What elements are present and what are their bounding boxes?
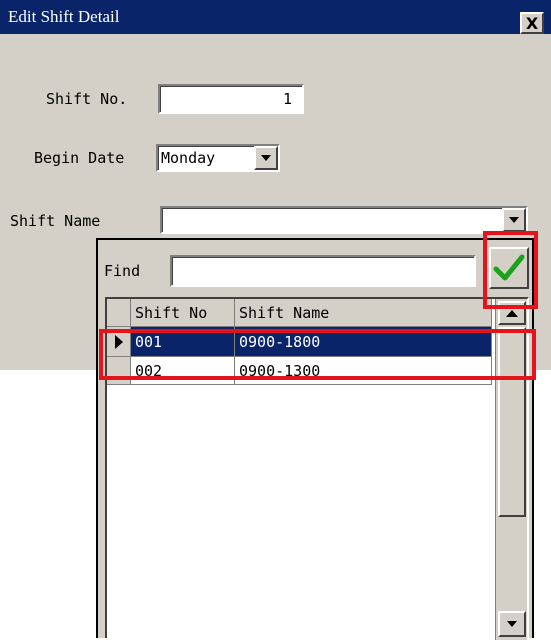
column-header-shift-name[interactable]: Shift Name: [235, 299, 492, 327]
scroll-up-icon: [506, 309, 518, 317]
dialog-title: Edit Shift Detail: [8, 7, 120, 26]
column-header-shift-no[interactable]: Shift No: [131, 299, 235, 327]
chevron-down-icon: [261, 155, 271, 161]
find-label: Find: [104, 262, 141, 280]
begin-date-dropdown-button[interactable]: [254, 146, 278, 170]
begin-date-label: Begin Date: [34, 149, 125, 167]
shift-no-label: Shift No.: [46, 90, 128, 108]
grid-corner: [107, 299, 131, 327]
find-input[interactable]: [170, 255, 476, 287]
close-icon: X: [525, 13, 539, 33]
shift-no-value: 1: [282, 90, 292, 108]
scroll-down-button[interactable]: [498, 611, 526, 637]
scroll-down-icon: [507, 621, 517, 627]
title-bar: Edit Shift Detail X: [0, 0, 551, 34]
shift-name-dropdown-button[interactable]: [502, 208, 526, 232]
begin-date-select[interactable]: Monday: [156, 144, 280, 172]
begin-date-value: Monday: [161, 149, 216, 167]
shift-name-select[interactable]: [160, 206, 528, 234]
chevron-down-icon: [509, 217, 519, 223]
column-header-label: Shift Name: [239, 303, 330, 322]
annotation-highlight-confirm: [483, 231, 538, 309]
column-header-label: Shift No: [135, 303, 208, 322]
close-button[interactable]: X: [520, 12, 544, 34]
annotation-highlight-row: [99, 329, 536, 380]
shift-name-label: Shift Name: [10, 212, 101, 230]
shift-no-input[interactable]: 1: [158, 84, 304, 114]
